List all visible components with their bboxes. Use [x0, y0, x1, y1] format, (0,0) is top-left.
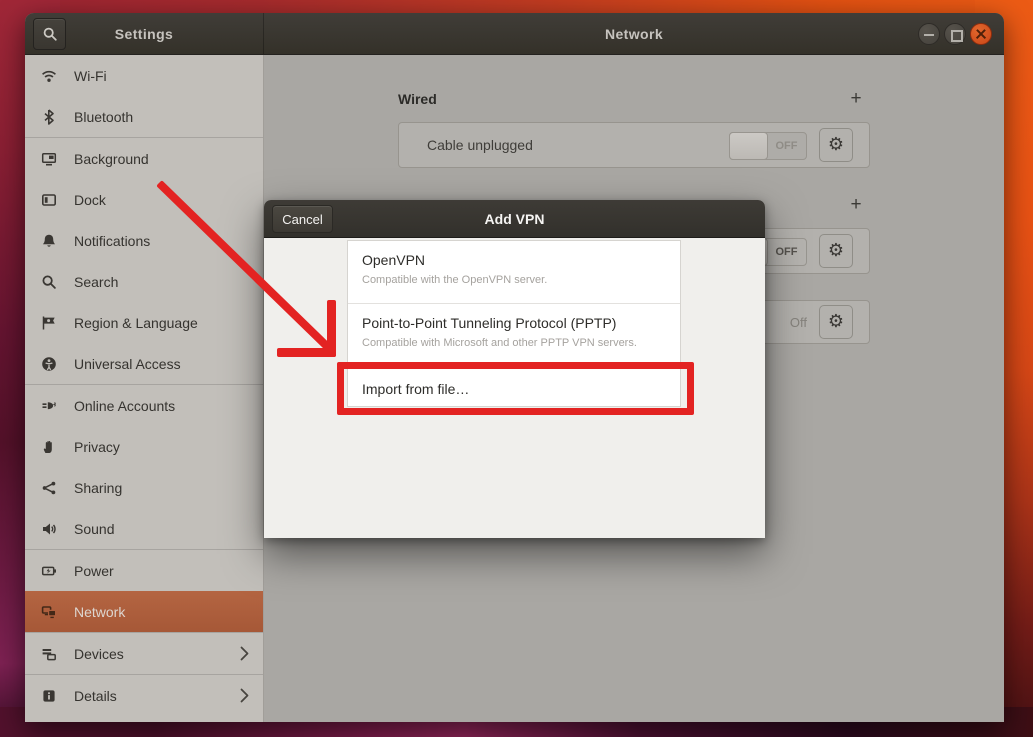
list-item-subtitle: Compatible with the OpenVPN server. — [362, 274, 666, 286]
wired-row-label: Cable unplugged — [427, 123, 533, 167]
sidebar-item-label: Privacy — [74, 439, 120, 455]
magnifier-icon — [41, 274, 57, 290]
sidebar-item-label: Search — [74, 274, 118, 290]
sidebar-item-power[interactable]: Power — [25, 550, 263, 591]
add-wired-button[interactable]: + — [846, 88, 866, 110]
sidebar-item-devices[interactable]: Devices — [25, 633, 263, 674]
sidebar-item-label: Wi-Fi — [74, 68, 107, 84]
sidebar-item-label: Sharing — [74, 480, 122, 496]
dock-icon — [41, 192, 57, 208]
vpn-status-label: Off — [767, 301, 807, 343]
speaker-icon — [41, 521, 57, 537]
bell-icon — [41, 233, 57, 249]
sidebar-item-label: Bluetooth — [74, 109, 133, 125]
sidebar-item-label: Universal Access — [74, 356, 181, 372]
close-button-icon[interactable] — [970, 23, 992, 45]
chevron-right-icon — [240, 646, 249, 661]
wired-settings-button[interactable] — [819, 128, 853, 162]
sidebar-item-search[interactable]: Search — [25, 261, 263, 302]
share-icon — [41, 480, 57, 496]
sidebar-item-label: Background — [74, 151, 149, 167]
window-controls — [918, 23, 992, 45]
list-item-title: OpenVPN — [362, 252, 666, 268]
desktop-background: Settings Network Wi-Fi Bluetooth — [0, 0, 1033, 737]
dialog-header[interactable]: Cancel Add VPN — [264, 200, 765, 238]
accessibility-icon — [41, 356, 57, 372]
background-icon — [41, 151, 57, 167]
sidebar-item-bluetooth[interactable]: Bluetooth — [25, 96, 263, 137]
titlebar-sidebar-section: Settings — [25, 13, 264, 54]
page-title: Network — [264, 13, 1004, 54]
list-item-pptp[interactable]: Point-to-Point Tunneling Protocol (PPTP)… — [348, 304, 680, 368]
vpn-settings-button[interactable] — [819, 305, 853, 339]
app-title: Settings — [25, 13, 263, 54]
list-item-subtitle: Compatible with Microsoft and other PPTP… — [362, 337, 666, 349]
sidebar-item-universal-access[interactable]: Universal Access — [25, 343, 263, 384]
sidebar-item-online-accounts[interactable]: Online Accounts — [25, 385, 263, 426]
wired-row: Cable unplugged OFF — [398, 122, 870, 168]
sidebar-item-label: Details — [74, 688, 117, 704]
sidebar-item-background[interactable]: Background — [25, 138, 263, 179]
cancel-button[interactable]: Cancel — [272, 205, 333, 233]
gear-icon — [828, 135, 844, 155]
sidebar-item-label: Notifications — [74, 233, 150, 249]
sidebar-item-label: Devices — [74, 646, 124, 662]
online-accounts-icon — [41, 398, 57, 414]
sidebar-item-network[interactable]: Network — [25, 591, 263, 632]
sidebar-item-label: Sound — [74, 521, 114, 537]
bluetooth-icon — [41, 109, 57, 125]
sidebar-item-sharing[interactable]: Sharing — [25, 467, 263, 508]
sidebar-item-wifi[interactable]: Wi-Fi — [25, 55, 263, 96]
list-item-openvpn[interactable]: OpenVPN Compatible with the OpenVPN serv… — [348, 241, 680, 303]
wired-toggle[interactable]: OFF — [729, 132, 807, 160]
devices-icon — [41, 646, 57, 662]
flag-icon — [41, 315, 57, 331]
minimize-button-icon[interactable] — [918, 23, 940, 45]
battery-icon — [41, 563, 57, 579]
sidebar-item-privacy[interactable]: Privacy — [25, 426, 263, 467]
list-item-title: Point-to-Point Tunneling Protocol (PPTP) — [362, 315, 666, 331]
second-row-settings-button[interactable] — [819, 234, 853, 268]
titlebar[interactable]: Settings Network — [25, 13, 1004, 55]
add-vpn-button[interactable]: + — [846, 194, 866, 216]
sidebar: Wi-Fi Bluetooth Background Dock Notifica… — [25, 55, 264, 722]
sidebar-item-label: Online Accounts — [74, 398, 175, 414]
annotation-highlight-rectangle — [337, 362, 694, 415]
network-icon — [41, 604, 57, 620]
gear-icon — [828, 312, 844, 332]
toggle-knob — [729, 132, 768, 160]
titlebar-page-section: Network — [264, 13, 1004, 54]
toggle-state-label: OFF — [767, 133, 806, 159]
sidebar-item-label: Network — [74, 604, 125, 620]
gear-icon — [828, 241, 844, 261]
sidebar-item-details[interactable]: Details — [25, 675, 263, 716]
wifi-icon — [41, 68, 57, 84]
hand-icon — [41, 439, 57, 455]
sidebar-item-label: Power — [74, 563, 114, 579]
chevron-right-icon — [240, 688, 249, 703]
sidebar-item-sound[interactable]: Sound — [25, 508, 263, 549]
info-icon — [41, 688, 57, 704]
sidebar-item-label: Region & Language — [74, 315, 198, 331]
annotation-arrowhead — [327, 300, 336, 357]
sidebar-item-label: Dock — [74, 192, 106, 208]
maximize-button-icon[interactable] — [944, 23, 966, 45]
sidebar-item-region-language[interactable]: Region & Language — [25, 302, 263, 343]
sidebar-item-dock[interactable]: Dock — [25, 179, 263, 220]
dialog-title: Add VPN — [264, 200, 765, 237]
toggle-state-label: OFF — [767, 239, 806, 265]
wired-section-title: Wired — [398, 91, 437, 107]
